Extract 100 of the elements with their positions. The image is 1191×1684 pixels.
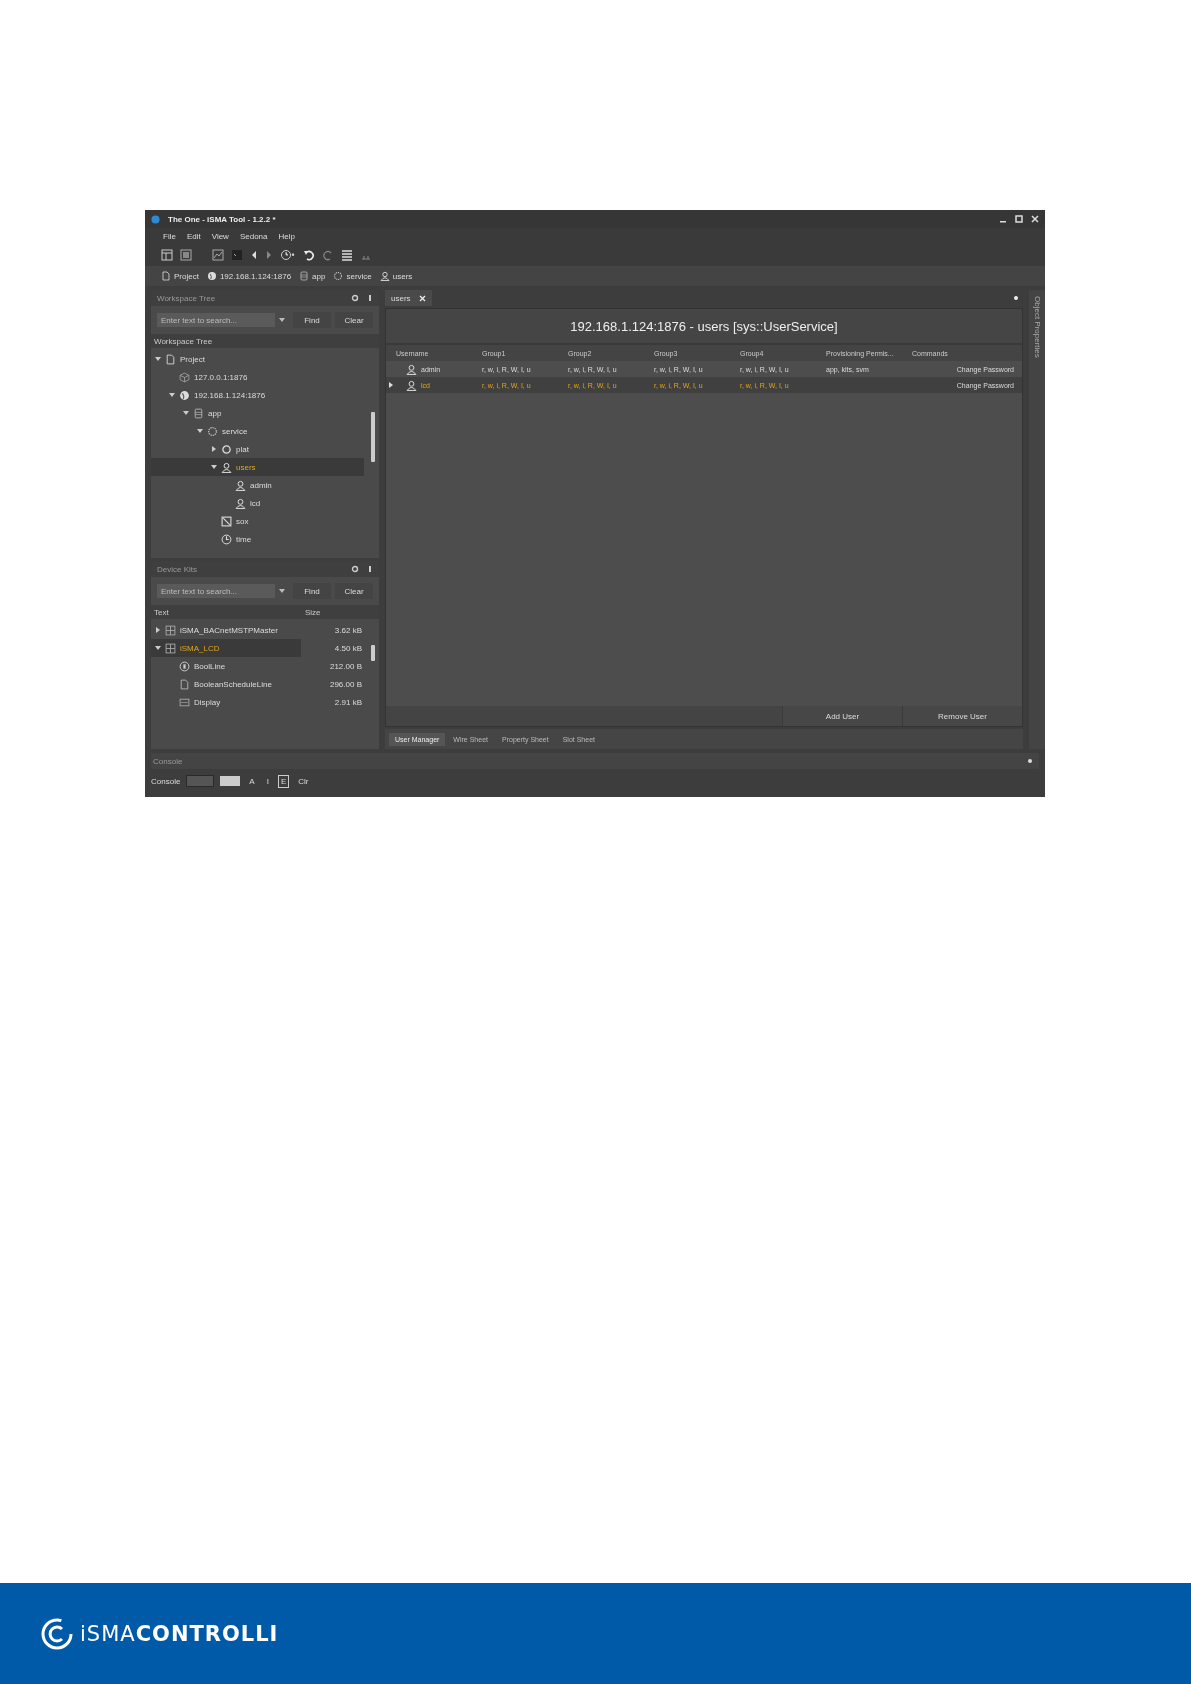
page-icon xyxy=(179,678,190,690)
expander-icon[interactable] xyxy=(169,392,175,398)
tree-item[interactable]: 192.168.1.124:1876 xyxy=(151,386,368,404)
database-icon xyxy=(299,271,310,281)
tree-item[interactable]: admin xyxy=(151,476,368,494)
tree-label: 127.0.0.1:1876 xyxy=(194,372,248,382)
tree-item[interactable]: users xyxy=(151,458,364,476)
kit-size: 3.62 kB xyxy=(334,625,362,635)
expander-icon[interactable] xyxy=(197,428,203,434)
pin-icon[interactable] xyxy=(1027,758,1033,764)
user-icon xyxy=(221,461,232,473)
breadcrumb-item[interactable]: service xyxy=(333,271,372,281)
column-header: Size xyxy=(305,607,322,617)
tree-label: users xyxy=(236,462,256,472)
breadcrumb-item[interactable]: Project xyxy=(161,271,199,281)
close-icon[interactable] xyxy=(418,294,426,302)
tree-label: lcd xyxy=(250,498,261,508)
tree-label: admin xyxy=(250,480,272,490)
back-icon[interactable] xyxy=(250,250,258,260)
settings-icon[interactable] xyxy=(351,565,359,573)
kit-name: iSMA_LCD xyxy=(180,643,220,653)
globe-icon xyxy=(179,389,190,401)
console-input[interactable] xyxy=(186,775,215,787)
breadcrumb-item[interactable]: users xyxy=(379,271,413,281)
redo-icon[interactable] xyxy=(322,249,334,261)
tree-label: service xyxy=(222,426,248,436)
tree-label: plat xyxy=(236,444,249,454)
expander-icon[interactable] xyxy=(211,464,217,470)
filter-toggle[interactable]: E xyxy=(277,774,290,788)
user-icon xyxy=(235,479,246,491)
kit-size: 2.91 kB xyxy=(334,697,362,707)
display-icon xyxy=(179,696,190,708)
forward-icon[interactable] xyxy=(265,250,273,260)
close-icon[interactable] xyxy=(1031,215,1039,223)
app-icon xyxy=(151,214,160,224)
maximize-icon[interactable] xyxy=(1015,215,1023,223)
menu-item[interactable]: View xyxy=(211,231,229,241)
chart-icon[interactable] xyxy=(212,249,224,261)
expander-icon[interactable] xyxy=(155,627,161,633)
undo-icon[interactable] xyxy=(303,249,315,261)
clear-button[interactable]: Clear xyxy=(335,312,373,328)
kit-name: BoolLine xyxy=(194,661,226,671)
user-icon xyxy=(406,379,417,391)
user-icon xyxy=(379,271,390,281)
tree-item[interactable]: app xyxy=(151,404,368,422)
find-button[interactable]: Find xyxy=(293,312,331,328)
tree-label: sox xyxy=(236,516,249,526)
filter-toggle[interactable]: A xyxy=(246,774,258,788)
menu-item[interactable]: File xyxy=(163,231,176,241)
filter-toggle[interactable]: Clr xyxy=(295,774,312,788)
dropdown-caret-icon[interactable] xyxy=(279,318,285,322)
row-pointer-icon xyxy=(389,382,393,388)
page-icon xyxy=(161,271,171,281)
window-icon[interactable] xyxy=(180,249,192,261)
editor-tab[interactable]: users xyxy=(385,290,432,306)
menu-item[interactable]: Edit xyxy=(186,231,201,241)
tree-item[interactable]: sox xyxy=(151,512,368,530)
side-panel-title[interactable]: Object Properties xyxy=(1032,296,1042,358)
kit-row[interactable]: Display 2.91 kB xyxy=(151,693,368,711)
breadcrumb-item[interactable]: 192.168.1.124:1876 xyxy=(206,271,292,281)
expander-icon[interactable] xyxy=(211,446,217,452)
tree-item[interactable]: 127.0.0.1:1876 xyxy=(151,368,368,386)
logo-icon xyxy=(40,1616,74,1651)
kit-size: 4.50 kB xyxy=(334,643,362,653)
expander-icon[interactable] xyxy=(183,410,189,416)
color-swatch[interactable] xyxy=(220,776,241,786)
menu-item[interactable]: Help xyxy=(278,231,295,241)
kit-row[interactable]: iSMA_BACnetMSTPMaster 3.62 kB xyxy=(151,621,368,639)
menu-item[interactable]: Sedona xyxy=(239,231,268,241)
user-icon xyxy=(235,497,246,509)
window-title: The One - iSMA Tool - 1.2.2 * xyxy=(168,214,276,224)
find-button[interactable]: Find xyxy=(293,583,331,599)
panel-title: Device Kits xyxy=(157,564,197,574)
dropdown-caret-icon[interactable] xyxy=(279,589,285,593)
tree-item[interactable]: lcd xyxy=(151,494,368,512)
column-header: Workspace Tree xyxy=(154,336,213,346)
filter-toggle[interactable]: I xyxy=(263,774,272,788)
pin-icon[interactable] xyxy=(1013,295,1019,301)
breadcrumb-item[interactable]: app xyxy=(299,271,326,281)
kit-row[interactable]: BooleanScheduleLine 296.00 B xyxy=(151,675,368,693)
tree-label: app xyxy=(208,408,222,418)
tree-item[interactable]: Project xyxy=(151,350,368,368)
cog-icon xyxy=(221,443,232,455)
clear-button[interactable]: Clear xyxy=(335,583,373,599)
tree-item[interactable]: time xyxy=(151,530,368,548)
kit-row[interactable]: BoolLine 212.00 B xyxy=(151,657,368,675)
box-icon xyxy=(221,515,232,527)
search-field[interactable]: Enter text to search... xyxy=(157,584,275,598)
tree-item[interactable]: service xyxy=(151,422,368,440)
clock-icon xyxy=(221,533,232,545)
layout-icon[interactable] xyxy=(161,249,173,261)
clock-icon[interactable] xyxy=(280,249,296,261)
editor-heading: 192.168.1.124:1876 - users [sys::UserService] xyxy=(386,309,1022,345)
search-field[interactable]: Enter text to search... xyxy=(157,313,275,327)
list-icon[interactable] xyxy=(341,249,353,261)
user-icon xyxy=(406,363,417,375)
expander-icon[interactable] xyxy=(155,356,161,362)
tree-item[interactable]: plat xyxy=(151,440,368,458)
settings-icon[interactable] xyxy=(351,294,359,302)
expander-icon[interactable] xyxy=(155,645,161,651)
